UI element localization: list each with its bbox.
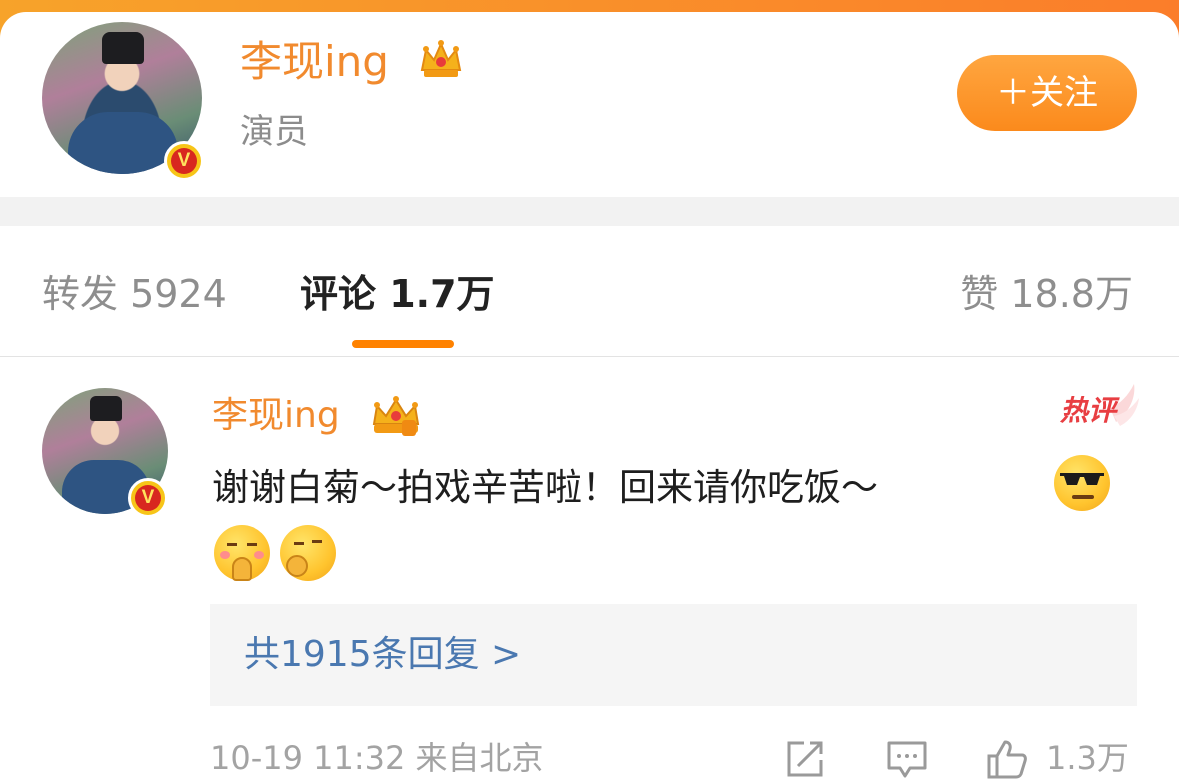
eye-detail [312, 540, 322, 543]
author-subtitle: 演员 [240, 112, 308, 152]
avatar-hat-detail [90, 396, 122, 421]
tabs-divider [0, 356, 1179, 357]
like-count: 1.3万 [1046, 739, 1129, 777]
blush-detail [254, 551, 264, 559]
avatar-robe-detail [68, 112, 178, 174]
active-tab-indicator [352, 340, 454, 348]
blush-detail [220, 551, 230, 559]
pray-emoji-icon [214, 525, 270, 581]
comment-text: 谢谢白菊～拍戏辛苦啦！回来请你吃饭～ [212, 466, 878, 509]
hand-detail [286, 555, 308, 577]
verified-mark: V [171, 148, 197, 174]
crown-icon [420, 40, 462, 77]
thumbs-up-icon[interactable] [986, 738, 1028, 780]
verified-badge-icon: V [128, 478, 168, 518]
comment-icon[interactable] [886, 738, 928, 780]
tab-reposts[interactable]: 转发 5924 [42, 266, 227, 322]
tab-likes[interactable]: 赞 18.8万 [960, 266, 1133, 322]
author-name[interactable]: 李现ing [240, 36, 389, 88]
cool-emoji-icon [1054, 455, 1110, 511]
author-header-card: V 李现ing 演员 ＋关注 [0, 12, 1179, 197]
replies-box[interactable]: 共1915条回复 > [210, 604, 1137, 706]
verified-mark: V [135, 485, 161, 511]
hot-comment-label: 热评 [1060, 394, 1117, 427]
thinking-emoji-icon [280, 525, 336, 581]
eye-detail [247, 543, 257, 546]
section-separator [0, 197, 1179, 226]
crown-level-icon [372, 396, 420, 436]
verified-badge-icon: V [164, 141, 204, 181]
eye-detail [227, 543, 237, 546]
comment-meta: 10-19 11:32 来自北京 [210, 739, 544, 777]
weibo-comment-page: V 李现ing 演员 ＋关注 转发 5924 评论 1.7万 赞 18.8万 V… [0, 0, 1179, 784]
hands-detail [232, 557, 252, 581]
tab-comments[interactable]: 评论 1.7万 [300, 266, 495, 322]
hot-comment-badge: 热评 [1060, 382, 1140, 434]
share-icon[interactable] [784, 738, 826, 780]
avatar-hat-detail [102, 32, 144, 64]
sunglasses-detail [1060, 473, 1104, 485]
follow-button[interactable]: ＋关注 [957, 55, 1137, 131]
eye-detail [294, 542, 304, 545]
commenter-name[interactable]: 李现ing [212, 392, 340, 440]
view-replies-link[interactable]: 共1915条回复 > [244, 630, 521, 680]
mouth-detail [1072, 495, 1094, 499]
